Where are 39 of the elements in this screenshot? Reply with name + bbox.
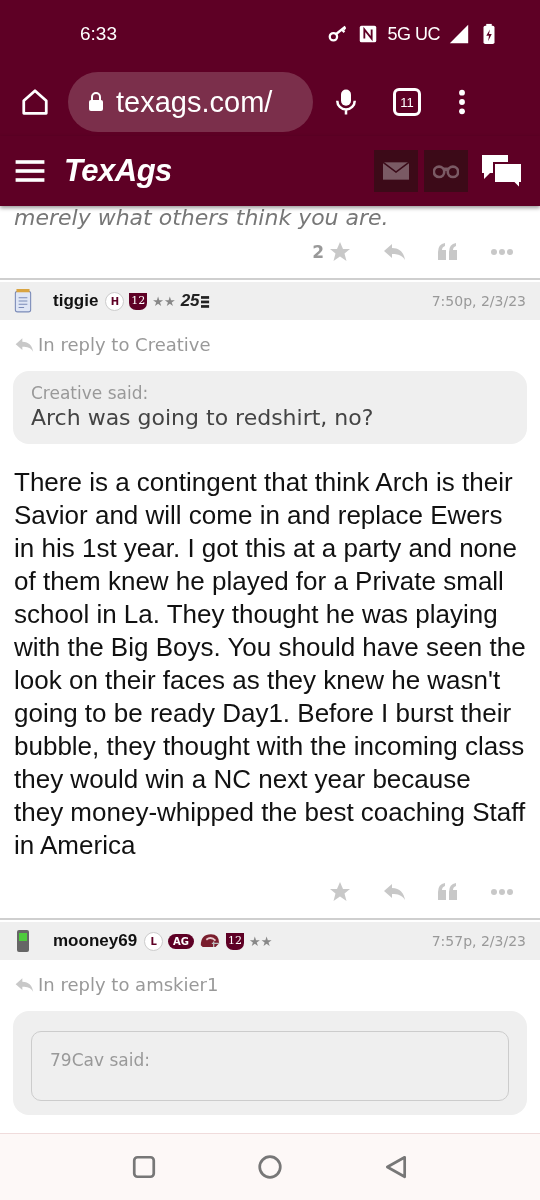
mail-icon (383, 162, 409, 180)
user-badge: 12 (226, 932, 245, 950)
quote-author: Creative said: (31, 383, 150, 403)
post-text: merely what others think you are. (13, 206, 390, 230)
quote-text: Arch was going to redshirt, no? (31, 405, 375, 430)
username[interactable]: mooney69 (53, 931, 138, 951)
menu-icon[interactable] (14, 159, 46, 183)
mail-button[interactable] (374, 150, 418, 192)
home-icon[interactable] (20, 87, 50, 117)
rank-bars-icon (200, 294, 210, 308)
binoculars-button[interactable] (424, 150, 468, 192)
more-icon[interactable] (457, 88, 467, 116)
lock-icon (88, 92, 104, 112)
user-badge: H (105, 291, 125, 311)
phone-icon (14, 929, 32, 953)
tab-count-button[interactable]: 11 (393, 88, 421, 116)
back-icon[interactable] (383, 1154, 409, 1180)
user-badge: L (144, 931, 164, 951)
notepad-icon (14, 289, 32, 313)
user-badge: 12 (129, 292, 148, 310)
post-time: 7:57p, 2/3/23 (431, 933, 526, 949)
post-text: There is a contingent that think Arch is their Savior and will come in and replace Ewers in his 1st year. I got this at a party and none of them knew he played for a Private small school in La. They thought he was playing with the Big Boys. You should have seen the look on their faces as they knew he wasn't going to be ready Day1. Before I burst their bubble, they thought with the incoming class they would win a NC next year because they money-whipped the best coaching Staff in America (13, 466, 527, 862)
recents-icon[interactable] (131, 1154, 157, 1180)
address-bar[interactable]: texags.com/ (68, 72, 313, 132)
site-logo[interactable]: TexAgs (64, 153, 172, 189)
quote-author: 79Cav said: (50, 1050, 151, 1070)
url-text: texags.com/ (116, 85, 273, 119)
clock: 6:33 (80, 23, 117, 45)
username[interactable]: tiggie (53, 291, 99, 311)
rank-stars: ★★ (249, 933, 273, 949)
rank-stars: ★★ (152, 293, 176, 309)
network-label: 5G UC (387, 23, 440, 45)
star-count: 2 (312, 242, 324, 262)
binoculars-icon (433, 162, 459, 180)
signal-icon (448, 23, 470, 45)
chat-bubbles-icon[interactable] (480, 153, 524, 189)
post-time: 7:50p, 2/3/23 (431, 293, 526, 309)
rank-label: 25 (180, 291, 200, 311)
user-badge: AG (168, 933, 195, 949)
